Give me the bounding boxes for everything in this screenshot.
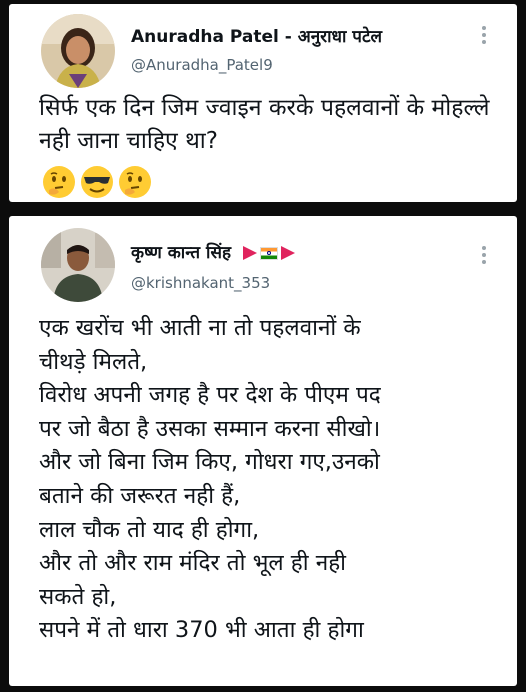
triangular-flag-icon: [280, 246, 295, 260]
triangular-flag-icon: [242, 246, 257, 260]
thinking-face-icon: [43, 166, 75, 198]
tweet-card-2[interactable]: कृष्ण कान्त सिंह @krishnakant_353 एक खरो…: [9, 216, 517, 686]
display-name[interactable]: Anuradha Patel - अनुराधा पटेल: [131, 24, 382, 47]
tweet-card-1[interactable]: Anuradha Patel - अनुराधा पटेल @Anuradha_…: [9, 4, 517, 202]
user-handle[interactable]: @Anuradha_Patel9: [131, 56, 273, 74]
more-icon[interactable]: [481, 26, 487, 48]
smiling-face-with-sunglasses-icon: [81, 166, 113, 198]
avatar[interactable]: [41, 228, 115, 302]
thinking-face-icon: [119, 166, 151, 198]
display-name[interactable]: कृष्ण कान्त सिंह: [131, 240, 295, 263]
more-icon[interactable]: [481, 246, 487, 268]
tweet-text: एक खरोंच भी आती ना तो पहलवानों के चीथड़े…: [39, 315, 381, 644]
display-name-text[interactable]: कृष्ण कान्त सिंह: [131, 243, 231, 263]
user-handle[interactable]: @krishnakant_353: [131, 274, 270, 292]
india-flag-icon: [259, 246, 278, 260]
emoji-row: [41, 164, 153, 202]
tweet-text: सिर्फ एक दिन जिम ज्वाइन करके पहलवानों के…: [39, 95, 490, 154]
name-flags: [242, 246, 295, 260]
avatar[interactable]: [41, 14, 115, 88]
